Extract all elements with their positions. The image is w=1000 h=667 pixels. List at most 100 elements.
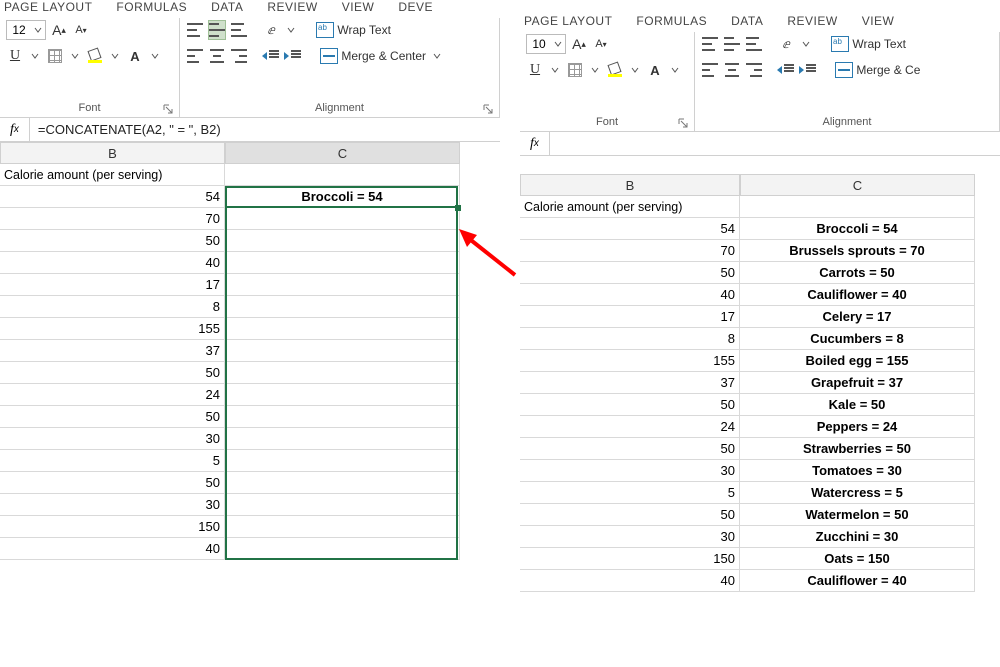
cell[interactable]: 50: [0, 472, 225, 494]
chevron-down-icon[interactable]: [68, 52, 82, 60]
cell[interactable]: 54: [520, 218, 740, 240]
fill-handle[interactable]: [455, 205, 461, 211]
merge-center-button[interactable]: Merge & Ce: [835, 60, 920, 80]
cell[interactable]: [225, 252, 460, 274]
cell[interactable]: 155: [0, 318, 225, 340]
cell[interactable]: [225, 406, 460, 428]
tab-page-layout[interactable]: PAGE LAYOUT: [520, 14, 616, 28]
increase-font-button[interactable]: A▴: [570, 34, 588, 54]
increase-indent-button[interactable]: [284, 46, 302, 66]
chevron-down-icon[interactable]: [668, 66, 682, 74]
chevron-down-icon[interactable]: [799, 40, 813, 48]
align-center-button[interactable]: [723, 60, 741, 80]
cell[interactable]: Oats = 150: [740, 548, 975, 570]
font-size-combo[interactable]: 10: [526, 34, 566, 54]
cell[interactable]: 40: [520, 284, 740, 306]
cell[interactable]: 40: [520, 570, 740, 592]
decrease-indent-button[interactable]: [262, 46, 280, 66]
col-header-c[interactable]: C: [740, 174, 975, 196]
cell[interactable]: Carrots = 50: [740, 262, 975, 284]
cell[interactable]: 50: [520, 438, 740, 460]
tab-page-layout[interactable]: PAGE LAYOUT: [0, 0, 96, 14]
cell[interactable]: [225, 516, 460, 538]
cell[interactable]: 50: [520, 504, 740, 526]
cell[interactable]: Cauliflower = 40: [740, 284, 975, 306]
cell[interactable]: 17: [520, 306, 740, 328]
cell[interactable]: Broccoli = 54: [740, 218, 975, 240]
align-middle-button[interactable]: [723, 34, 741, 54]
cell[interactable]: 5: [520, 482, 740, 504]
cell[interactable]: 155: [520, 350, 740, 372]
cell[interactable]: 50: [520, 394, 740, 416]
cell[interactable]: [225, 230, 460, 252]
cell[interactable]: Celery = 17: [740, 306, 975, 328]
orientation-button[interactable]: ⅇ: [777, 34, 795, 54]
fx-icon[interactable]: fx: [520, 132, 550, 155]
cell[interactable]: Peppers = 24: [740, 416, 975, 438]
formula-input[interactable]: =CONCATENATE(A2, " = ", B2): [30, 122, 500, 137]
cell[interactable]: [225, 296, 460, 318]
dialog-launcher-icon[interactable]: [678, 118, 688, 128]
cell[interactable]: 30: [520, 526, 740, 548]
cell[interactable]: 40: [0, 252, 225, 274]
cell[interactable]: [225, 164, 460, 186]
chevron-down-icon[interactable]: [28, 52, 42, 60]
cell[interactable]: [225, 362, 460, 384]
borders-button[interactable]: [46, 46, 64, 66]
dialog-launcher-icon[interactable]: [163, 104, 173, 114]
orientation-button[interactable]: ⅇ: [262, 20, 280, 40]
align-center-button[interactable]: [208, 46, 226, 66]
tab-formulas[interactable]: FORMULAS: [112, 0, 191, 14]
cell[interactable]: 70: [520, 240, 740, 262]
wrap-text-button[interactable]: Wrap Text: [831, 34, 906, 54]
align-right-button[interactable]: [230, 46, 248, 66]
tab-developer[interactable]: DEVE: [394, 0, 437, 14]
cell[interactable]: [225, 450, 460, 472]
font-color-button[interactable]: A: [646, 60, 664, 80]
tab-view[interactable]: VIEW: [858, 14, 899, 28]
cell[interactable]: Brussels sprouts = 70: [740, 240, 975, 262]
align-left-button[interactable]: [701, 60, 719, 80]
cell[interactable]: [225, 538, 460, 560]
worksheet-grid-right[interactable]: B Calorie amount (per serving) 547050401…: [520, 174, 1000, 592]
cell[interactable]: [225, 472, 460, 494]
tab-review[interactable]: REVIEW: [263, 0, 321, 14]
align-top-button[interactable]: [701, 34, 719, 54]
dialog-launcher-icon[interactable]: [483, 104, 493, 114]
tab-data[interactable]: DATA: [727, 14, 767, 28]
fx-icon[interactable]: fx: [0, 118, 30, 141]
increase-indent-button[interactable]: [799, 60, 817, 80]
cell[interactable]: 30: [520, 460, 740, 482]
fill-color-button[interactable]: [606, 60, 624, 80]
cell[interactable]: [225, 494, 460, 516]
cell[interactable]: 40: [0, 538, 225, 560]
fill-color-button[interactable]: [86, 46, 104, 66]
chevron-down-icon[interactable]: [284, 26, 298, 34]
cell[interactable]: [225, 384, 460, 406]
decrease-font-button[interactable]: A▾: [72, 20, 90, 40]
cell[interactable]: 70: [0, 208, 225, 230]
cell[interactable]: 24: [520, 416, 740, 438]
cell[interactable]: 5: [0, 450, 225, 472]
chevron-down-icon[interactable]: [148, 52, 162, 60]
cell[interactable]: Watercress = 5: [740, 482, 975, 504]
cell[interactable]: 50: [0, 406, 225, 428]
cell[interactable]: Watermelon = 50: [740, 504, 975, 526]
cell[interactable]: 24: [0, 384, 225, 406]
worksheet-grid-left[interactable]: B Calorie amount (per serving) 547050401…: [0, 142, 500, 560]
header-calorie[interactable]: Calorie amount (per serving): [520, 196, 740, 218]
underline-button[interactable]: U: [526, 60, 544, 80]
cell[interactable]: 30: [0, 428, 225, 450]
cell[interactable]: 54: [0, 186, 225, 208]
tab-formulas[interactable]: FORMULAS: [632, 14, 711, 28]
align-left-button[interactable]: [186, 46, 204, 66]
underline-button[interactable]: U: [6, 46, 24, 66]
cell[interactable]: [225, 208, 460, 230]
merge-center-button[interactable]: Merge & Center: [320, 46, 426, 66]
cell[interactable]: Zucchini = 30: [740, 526, 975, 548]
cell[interactable]: Tomatoes = 30: [740, 460, 975, 482]
chevron-down-icon[interactable]: [108, 52, 122, 60]
cell[interactable]: Strawberries = 50: [740, 438, 975, 460]
chevron-down-icon[interactable]: [430, 52, 444, 60]
align-right-button[interactable]: [745, 60, 763, 80]
